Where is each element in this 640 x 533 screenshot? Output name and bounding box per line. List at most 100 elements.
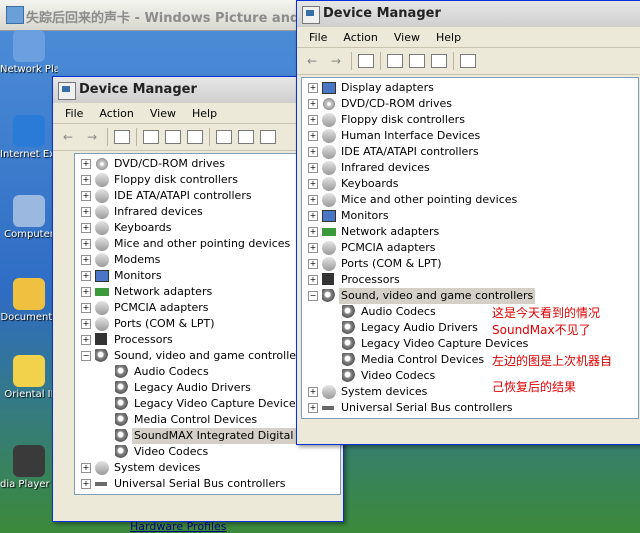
disable-device-icon[interactable] xyxy=(260,130,276,144)
forward-arrow-icon[interactable]: → xyxy=(83,129,101,145)
tree-item-label: Infrared devices xyxy=(114,205,203,218)
expand-icon[interactable]: + xyxy=(308,387,318,397)
scan-hardware-icon[interactable] xyxy=(216,130,232,144)
scan-hardware-icon[interactable] xyxy=(460,54,476,68)
speaker-icon xyxy=(115,365,129,379)
collapse-icon[interactable]: − xyxy=(308,291,318,301)
expand-icon[interactable]: + xyxy=(308,163,318,173)
menu-file[interactable]: File xyxy=(57,107,91,120)
print-icon[interactable] xyxy=(409,54,425,68)
expand-icon[interactable]: + xyxy=(81,303,91,313)
show-hide-tree-icon[interactable] xyxy=(358,54,374,68)
speaker-icon xyxy=(342,321,356,335)
expand-icon[interactable]: + xyxy=(81,319,91,329)
update-driver-icon[interactable] xyxy=(238,130,254,144)
menu-view[interactable]: View xyxy=(386,31,428,44)
desktop-icon[interactable]: Oriental II xyxy=(0,355,58,400)
ide-icon xyxy=(322,145,336,159)
expand-icon[interactable]: + xyxy=(81,255,91,265)
desktop-shortcut-icon xyxy=(13,195,45,227)
menu-view[interactable]: View xyxy=(142,107,184,120)
print-icon[interactable] xyxy=(165,130,181,144)
hardware-profiles-link[interactable]: Hardware Profiles xyxy=(130,520,227,533)
tree-item-label: Legacy Video Capture Devices xyxy=(134,397,302,410)
desktop-icon[interactable]: Documents xyxy=(0,278,58,323)
expand-icon[interactable]: + xyxy=(81,175,91,185)
desktop-shortcut-icon xyxy=(13,355,45,387)
back-arrow-icon[interactable]: ← xyxy=(303,53,321,69)
tree-item-label: Audio Codecs xyxy=(134,365,209,378)
expand-icon[interactable]: + xyxy=(81,159,91,169)
desktop-icon-label: Computer xyxy=(4,229,54,240)
properties-icon[interactable] xyxy=(143,130,159,144)
desktop-icon-label: dia Player Classic xyxy=(0,479,58,490)
expand-icon[interactable]: + xyxy=(308,83,318,93)
expand-icon[interactable]: + xyxy=(81,287,91,297)
expand-icon[interactable]: + xyxy=(308,179,318,189)
display-icon xyxy=(322,82,336,94)
expand-icon[interactable]: + xyxy=(308,403,318,413)
expand-icon[interactable]: + xyxy=(81,223,91,233)
menu-file[interactable]: File xyxy=(301,31,335,44)
collapse-icon[interactable]: − xyxy=(81,351,91,361)
expand-icon[interactable]: + xyxy=(308,211,318,221)
tree-item-label: DVD/CD-ROM drives xyxy=(114,157,225,170)
tree-item-label: Infrared devices xyxy=(341,161,430,174)
expand-icon[interactable]: + xyxy=(308,259,318,269)
speaker-icon xyxy=(342,369,356,383)
desktop-icon[interactable]: Network Places xyxy=(0,30,58,75)
expand-icon[interactable]: + xyxy=(81,271,91,281)
expand-icon[interactable]: + xyxy=(308,243,318,253)
device-manager-right-window[interactable]: Device Manager File Action View Help ← →… xyxy=(296,0,640,445)
menu-help[interactable]: Help xyxy=(428,31,469,44)
expand-icon[interactable]: + xyxy=(81,239,91,249)
tree-item-label: Network adapters xyxy=(114,285,213,298)
expand-icon[interactable]: + xyxy=(308,227,318,237)
help-icon[interactable] xyxy=(187,130,203,144)
desktop-icon[interactable]: Internet Explorer xyxy=(0,115,58,160)
tree-item-label: Monitors xyxy=(341,209,389,222)
expand-icon[interactable]: + xyxy=(81,335,91,345)
speaker-icon xyxy=(115,381,129,395)
forward-arrow-icon[interactable]: → xyxy=(327,53,345,69)
expand-icon[interactable]: + xyxy=(308,131,318,141)
properties-icon[interactable] xyxy=(387,54,403,68)
speaker-icon xyxy=(115,445,129,459)
expand-icon[interactable]: + xyxy=(81,191,91,201)
right-window-titlebar[interactable]: Device Manager xyxy=(297,1,640,27)
desktop: 失踪后回来的声卡 - Windows Picture and Network P… xyxy=(0,0,640,533)
expand-icon[interactable]: + xyxy=(308,147,318,157)
expand-icon[interactable]: + xyxy=(308,115,318,125)
tree-item-label: Universal Serial Bus controllers xyxy=(114,477,286,490)
tree-item-label: Media Control Devices xyxy=(361,353,485,366)
cd-icon xyxy=(322,97,336,111)
expand-icon[interactable]: + xyxy=(81,463,91,473)
expand-icon[interactable]: + xyxy=(308,195,318,205)
tree-item-label: Sound, video and game controllers xyxy=(339,288,536,304)
desktop-icon[interactable]: dia Player Classic xyxy=(0,445,58,490)
toolbar-separator xyxy=(351,52,352,70)
desktop-icon[interactable]: Computer xyxy=(0,195,58,240)
show-hide-tree-icon[interactable] xyxy=(114,130,130,144)
desktop-shortcut-icon xyxy=(13,278,45,310)
mouse-icon xyxy=(95,237,109,251)
annotation-line-1: 这是今天看到的情况 xyxy=(492,306,601,320)
tree-item-label: Legacy Video Capture Devices xyxy=(361,337,529,350)
tree-item-label: System devices xyxy=(114,461,201,474)
expand-icon[interactable]: + xyxy=(308,275,318,285)
menu-action[interactable]: Action xyxy=(91,107,141,120)
right-status-bar xyxy=(297,422,640,444)
speaker-icon xyxy=(115,397,129,411)
tree-item-label: Processors xyxy=(114,333,173,346)
background-window-titlebar[interactable]: 失踪后回来的声卡 - Windows Picture and xyxy=(0,0,300,31)
monitor-icon xyxy=(322,210,336,222)
menu-help[interactable]: Help xyxy=(184,107,225,120)
speaker-icon xyxy=(342,305,356,319)
expand-icon[interactable]: + xyxy=(81,479,91,489)
back-arrow-icon[interactable]: ← xyxy=(59,129,77,145)
help-icon[interactable] xyxy=(431,54,447,68)
tree-item-label: Floppy disk controllers xyxy=(114,173,238,186)
expand-icon[interactable]: + xyxy=(81,207,91,217)
menu-action[interactable]: Action xyxy=(335,31,385,44)
expand-icon[interactable]: + xyxy=(308,99,318,109)
